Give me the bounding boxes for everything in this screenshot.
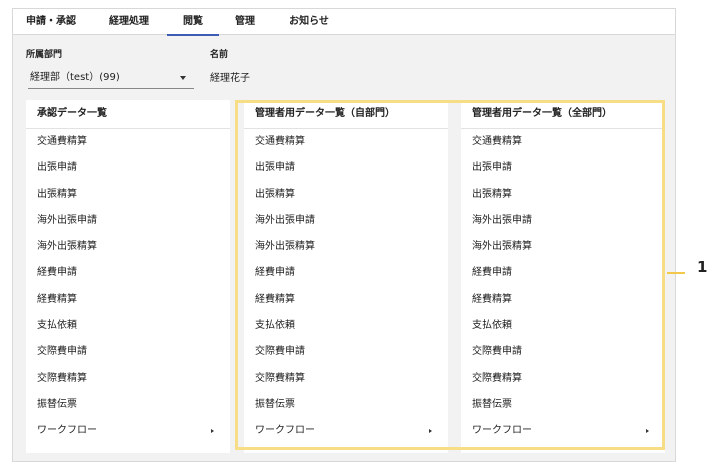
list-item[interactable]: 経費精算 xyxy=(26,287,230,313)
list-item[interactable]: 経費精算 xyxy=(461,287,665,313)
list-item[interactable]: 出張申請 xyxy=(461,155,665,181)
panel-approval-data: 承認データ一覧 交通費精算 出張申請 出張精算 海外出張申請 海外出張精算 経費… xyxy=(26,100,230,453)
list-item[interactable]: 交際費申請 xyxy=(461,339,665,365)
name-label: 名前 xyxy=(210,50,229,60)
list-item[interactable]: 交際費精算 xyxy=(244,366,448,392)
list-item[interactable]: 振替伝票 xyxy=(461,392,665,418)
panel-admin-all-depts: 管理者用データ一覧（全部門） 交通費精算 出張申請 出張精算 海外出張申請 海外… xyxy=(461,100,665,453)
workflow-item[interactable]: ワークフロー xyxy=(26,418,230,444)
department-select-value: 経理部（test）(99) xyxy=(30,72,120,83)
tab-management[interactable]: 管理 xyxy=(227,9,263,34)
list-item[interactable]: 交際費申請 xyxy=(26,339,230,365)
list-item[interactable]: 支払依頼 xyxy=(461,313,665,339)
workflow-item[interactable]: ワークフロー xyxy=(244,418,448,444)
list-item[interactable]: 海外出張申請 xyxy=(244,208,448,234)
list-item[interactable]: 海外出張精算 xyxy=(26,234,230,260)
department-select[interactable]: 経理部（test）(99) xyxy=(28,67,194,89)
list-item[interactable]: 海外出張申請 xyxy=(461,208,665,234)
tab-bar: 申請・承認 経理処理 閲覧 管理 お知らせ xyxy=(13,9,675,36)
list-item[interactable]: 支払依頼 xyxy=(26,313,230,339)
callout-leader-line xyxy=(667,272,685,274)
list-item[interactable]: 交際費申請 xyxy=(244,339,448,365)
list-item[interactable]: 交通費精算 xyxy=(461,129,665,155)
workflow-label: ワークフロー xyxy=(472,425,532,437)
department-label: 所属部門 xyxy=(26,50,63,60)
tab-notices[interactable]: お知らせ xyxy=(281,9,337,34)
chevron-right-icon xyxy=(429,429,432,434)
list-item[interactable]: 出張精算 xyxy=(244,182,448,208)
panel-title: 管理者用データ一覧（自部門） xyxy=(244,100,448,129)
tab-browse[interactable]: 閲覧 xyxy=(167,9,219,36)
list-item[interactable]: 出張申請 xyxy=(244,155,448,181)
list-item[interactable]: 交際費精算 xyxy=(461,366,665,392)
list-item[interactable]: 経費申請 xyxy=(244,260,448,286)
list-item[interactable]: 海外出張精算 xyxy=(461,234,665,260)
tab-application-approval[interactable]: 申請・承認 xyxy=(23,9,79,34)
list-item[interactable]: 交際費精算 xyxy=(26,366,230,392)
workflow-label: ワークフロー xyxy=(255,425,315,437)
list-item[interactable]: 振替伝票 xyxy=(26,392,230,418)
callout-number: 1 xyxy=(697,258,708,276)
list-item[interactable]: 海外出張精算 xyxy=(244,234,448,260)
workflow-label: ワークフロー xyxy=(37,425,97,437)
list-item[interactable]: 出張精算 xyxy=(461,182,665,208)
list-item[interactable]: 経費申請 xyxy=(26,260,230,286)
panel-title: 管理者用データ一覧（全部門） xyxy=(461,100,665,129)
list-item[interactable]: 交通費精算 xyxy=(26,129,230,155)
panel-admin-own-dept: 管理者用データ一覧（自部門） 交通費精算 出張申請 出張精算 海外出張申請 海外… xyxy=(244,100,448,453)
panel-title: 承認データ一覧 xyxy=(26,100,230,129)
list-item[interactable]: 出張申請 xyxy=(26,155,230,181)
list-item[interactable]: 交通費精算 xyxy=(244,129,448,155)
list-item[interactable]: 支払依頼 xyxy=(244,313,448,339)
tab-accounting[interactable]: 経理処理 xyxy=(101,9,157,34)
chevron-right-icon xyxy=(211,429,214,434)
chevron-down-icon xyxy=(180,76,186,80)
list-item[interactable]: 経費精算 xyxy=(244,287,448,313)
workflow-item[interactable]: ワークフロー xyxy=(461,418,665,444)
list-item[interactable]: 経費申請 xyxy=(461,260,665,286)
app-frame: 申請・承認 経理処理 閲覧 管理 お知らせ 所属部門 経理部（test）(99)… xyxy=(12,8,676,462)
name-value: 経理花子 xyxy=(210,73,250,84)
list-item[interactable]: 出張精算 xyxy=(26,182,230,208)
chevron-right-icon xyxy=(646,429,649,434)
list-item[interactable]: 海外出張申請 xyxy=(26,208,230,234)
list-item[interactable]: 振替伝票 xyxy=(244,392,448,418)
